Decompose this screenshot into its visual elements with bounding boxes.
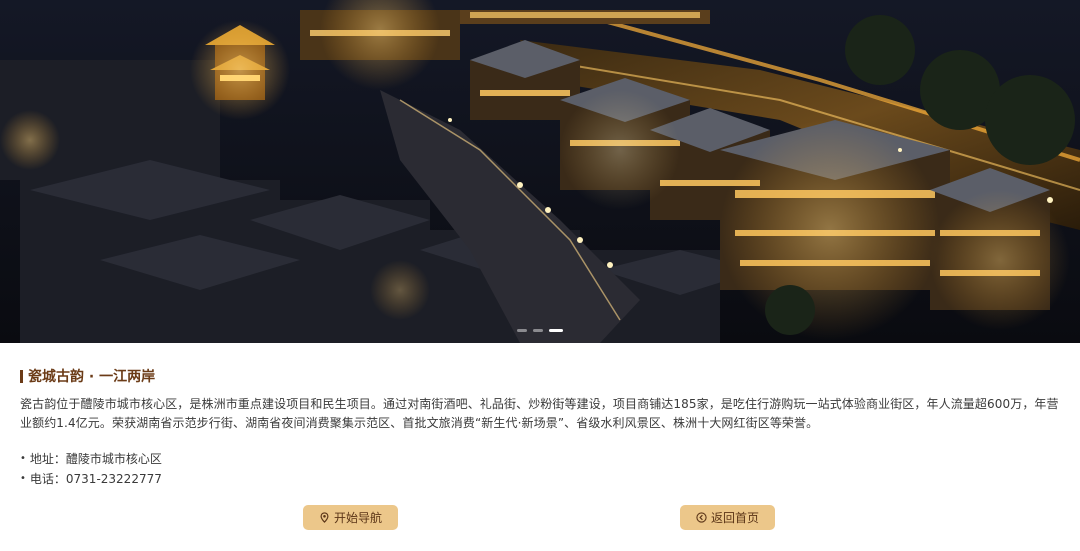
phone-text[interactable]: 电话：0731-23222777 [30, 470, 162, 487]
section-title-text: 瓷城古韵 · 一江两岸 [28, 369, 156, 385]
location-pin-icon [320, 512, 329, 523]
start-navigation-button[interactable]: 开始导航 [303, 505, 398, 530]
phone-line: • 电话：0731-23222777 [20, 470, 162, 487]
title-accent-bar [20, 369, 23, 383]
carousel-dot-3[interactable] [549, 329, 563, 332]
carousel-indicator [517, 329, 563, 332]
carousel-dot-1[interactable] [517, 329, 527, 332]
back-home-button[interactable]: 返回首页 [680, 505, 775, 530]
carousel-dot-2[interactable] [533, 329, 543, 332]
bullet-icon: • [20, 473, 26, 484]
address-line: • 地址：醴陵市城市核心区 [20, 450, 162, 467]
section-description: 瓷古韵位于醴陵市城市核心区，是株洲市重点建设项目和民生项目。通过对南街酒吧、礼品… [20, 397, 1059, 430]
address-text: 地址：醴陵市城市核心区 [29, 452, 162, 466]
back-home-label: 返回首页 [710, 511, 759, 525]
section-title: 瓷城古韵 · 一江两岸 [20, 366, 155, 386]
bullet-icon: • [20, 453, 26, 464]
hero-image [0, 0, 1080, 343]
start-navigation-label: 开始导航 [333, 511, 382, 525]
hero-banner[interactable] [0, 0, 1080, 343]
back-circle-icon [696, 512, 707, 523]
